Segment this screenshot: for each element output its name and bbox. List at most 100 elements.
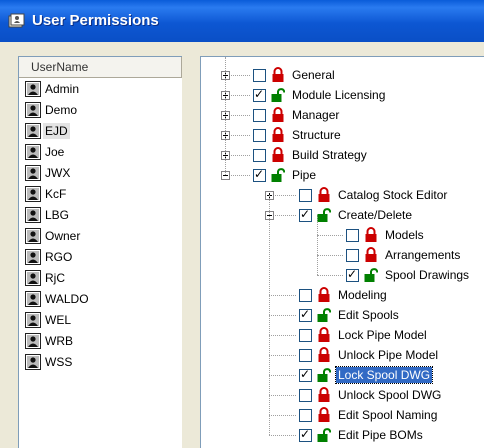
tree-node-label: Edit Spool Naming <box>338 408 438 422</box>
tree-connector <box>269 395 296 396</box>
tree-node[interactable]: Create/Delete <box>299 205 414 225</box>
tree-node[interactable]: Modeling <box>299 285 389 305</box>
user-icon <box>25 164 41 181</box>
username-column-header[interactable]: UserName <box>19 57 182 78</box>
tree-node-label: Edit Pipe BOMs <box>338 428 423 442</box>
user-row[interactable]: WRB <box>19 330 182 351</box>
user-row[interactable]: WALDO <box>19 288 182 309</box>
tree-node[interactable]: General <box>253 65 337 85</box>
tree-node-label: Spool Drawings <box>385 268 470 282</box>
user-row[interactable]: Owner <box>19 225 182 246</box>
user-name: Owner <box>45 228 81 243</box>
tree-node[interactable]: Unlock Pipe Model <box>299 345 440 365</box>
permission-checkbox[interactable] <box>299 408 312 422</box>
user-row[interactable]: Joe <box>19 141 182 162</box>
user-row[interactable]: RjC <box>19 267 182 288</box>
tree-node-label: General <box>292 68 335 82</box>
tree-node-label: Build Strategy <box>292 148 367 162</box>
padlock-closed-icon <box>318 327 330 342</box>
user-icon <box>25 311 41 328</box>
padlock-closed-icon <box>318 387 330 402</box>
padlock-closed-icon <box>365 227 377 242</box>
permission-checkbox[interactable] <box>299 427 312 442</box>
user-name: Demo <box>45 102 78 117</box>
tree-node[interactable]: Edit Spool Naming <box>299 405 439 425</box>
tree-node[interactable]: Models <box>346 225 426 245</box>
user-name: LBG <box>45 207 70 222</box>
tree-node-label: Unlock Pipe Model <box>338 348 439 362</box>
permission-checkbox[interactable] <box>299 388 312 402</box>
permission-checkbox[interactable] <box>299 328 312 342</box>
padlock-open-icon <box>317 308 331 322</box>
permission-checkbox[interactable] <box>299 207 312 222</box>
tree-node-label: Module Licensing <box>292 88 386 102</box>
permission-checkbox[interactable] <box>346 248 359 262</box>
user-name: RGO <box>45 249 73 264</box>
tree-node-label: Catalog Stock Editor <box>338 188 448 202</box>
user-name: WALDO <box>45 291 89 306</box>
user-name: WSS <box>45 354 73 369</box>
title-bar[interactable]: User Permissions <box>0 0 484 42</box>
permissions-tree[interactable]: General Module Licensing Manager Structure B… <box>200 56 484 448</box>
user-icon <box>25 332 41 349</box>
permission-checkbox[interactable] <box>253 108 266 122</box>
padlock-closed-icon <box>318 187 330 202</box>
permission-checkbox[interactable] <box>346 228 359 242</box>
tree-node-label: Create/Delete <box>338 208 413 222</box>
tree-node[interactable]: Build Strategy <box>253 145 369 165</box>
user-row[interactable]: RGO <box>19 246 182 267</box>
tree-connector <box>317 235 343 236</box>
tree-connector <box>269 375 296 376</box>
tree-node[interactable]: Pipe <box>253 165 318 185</box>
permission-checkbox[interactable] <box>299 367 312 382</box>
tree-node[interactable]: Catalog Stock Editor <box>299 185 449 205</box>
user-name: JWX <box>45 165 71 180</box>
permission-checkbox[interactable] <box>299 288 312 302</box>
tree-node[interactable]: Edit Spools <box>299 305 401 325</box>
permission-checkbox[interactable] <box>299 348 312 362</box>
user-row[interactable]: JWX <box>19 162 182 183</box>
permission-checkbox[interactable] <box>253 128 266 142</box>
user-name: Admin <box>45 81 80 96</box>
permission-checkbox[interactable] <box>253 148 266 162</box>
user-row[interactable]: LBG <box>19 204 182 225</box>
tree-node[interactable]: Edit Pipe BOMs <box>299 425 425 445</box>
user-row[interactable]: WSS <box>19 351 182 372</box>
permission-checkbox[interactable] <box>253 87 266 102</box>
tree-node-label: Edit Spools <box>338 308 399 322</box>
padlock-open-icon <box>271 88 285 102</box>
tree-node[interactable]: Manager <box>253 105 341 125</box>
tree-guide-line <box>269 195 270 435</box>
user-list[interactable]: UserName Admin Demo EJD Joe JWX KcF LBG Owner RG… <box>18 56 182 448</box>
permission-checkbox[interactable] <box>253 167 266 182</box>
permission-checkbox[interactable] <box>253 68 266 82</box>
padlock-open-icon <box>271 168 285 182</box>
padlock-open-icon <box>317 368 331 382</box>
tree-node[interactable]: Unlock Spool DWG <box>299 385 443 405</box>
permission-checkbox[interactable] <box>346 267 359 282</box>
tree-node-label: Arrangements <box>385 248 461 262</box>
tree-node[interactable]: Lock Pipe Model <box>299 325 429 345</box>
permission-checkbox[interactable] <box>299 188 312 202</box>
tree-node[interactable]: Arrangements <box>346 245 462 265</box>
user-row[interactable]: Demo <box>19 99 182 120</box>
padlock-closed-icon <box>318 407 330 422</box>
user-row[interactable]: Admin <box>19 78 182 99</box>
user-icon <box>25 269 41 286</box>
padlock-closed-icon <box>318 347 330 362</box>
tree-connector <box>269 435 296 436</box>
padlock-open-icon <box>364 268 378 282</box>
tree-node[interactable]: Structure <box>253 125 343 145</box>
user-icon <box>25 290 41 307</box>
user-row[interactable]: KcF <box>19 183 182 204</box>
user-row[interactable]: EJD <box>19 120 182 141</box>
user-name: EJD <box>43 122 70 139</box>
tree-node[interactable]: Module Licensing <box>253 85 387 105</box>
permission-checkbox[interactable] <box>299 307 312 322</box>
user-row[interactable]: WEL <box>19 309 182 330</box>
tree-node[interactable]: Spool Drawings <box>346 265 471 285</box>
user-icon <box>25 227 41 244</box>
user-name: WEL <box>45 312 72 327</box>
padlock-closed-icon <box>365 247 377 262</box>
tree-node[interactable]: Lock Spool DWG <box>299 365 434 385</box>
